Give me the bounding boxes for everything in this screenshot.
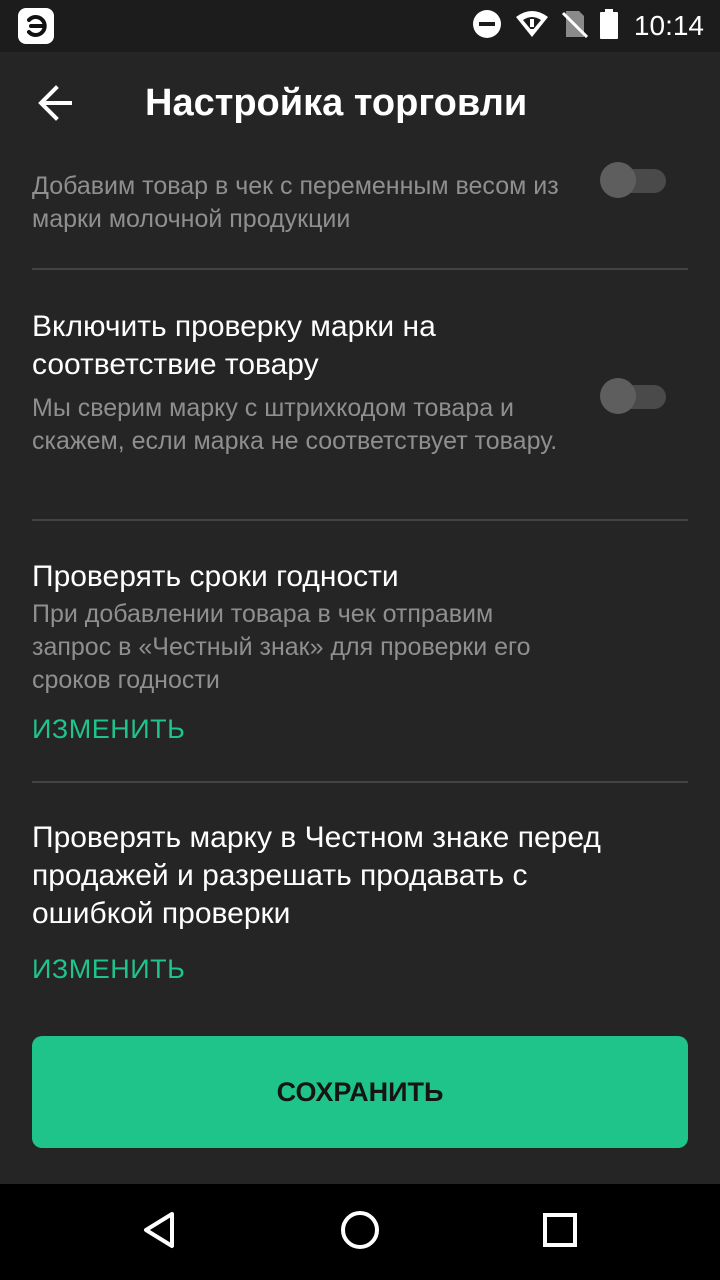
toggle-weight-from-milk-mark[interactable] [600,160,668,200]
divider [32,519,688,521]
status-time: 10:14 [633,10,704,41]
app-e-icon [18,8,54,44]
back-triangle-icon [140,1210,180,1255]
battery-icon [599,8,618,44]
status-bar: 10:14 [0,0,720,52]
nav-home-button[interactable] [332,1204,388,1260]
home-circle-icon [340,1210,380,1255]
toggle-mark-product-match[interactable] [600,376,668,416]
status-icons: 10:14 [472,8,704,44]
app-bar: Настройка торговли [0,52,720,158]
setting-title: Проверять марку в Честном знаке перед пр… [32,821,601,930]
page-title: Настройка торговли [145,82,528,124]
setting-expiry-check: Проверять сроки годности При добавлении … [32,558,688,697]
save-button[interactable]: СОХРАНИТЬ [32,1036,688,1148]
system-nav-bar [0,1184,720,1280]
divider [32,268,688,270]
change-honest-sign-check-link[interactable]: ИЗМЕНИТЬ [32,954,185,985]
recents-square-icon [540,1210,580,1255]
setting-description: При добавлении товара в чек отправим зап… [32,600,531,694]
setting-description: Добавим товар в чек с переменным весом и… [32,172,559,233]
toggle-thumb [600,162,636,198]
wifi-icon [514,9,550,44]
nav-recents-button[interactable] [532,1204,588,1260]
setting-title: Включить проверку марки на соответствие … [32,310,436,381]
toggle-thumb [600,378,636,414]
arrow-left-icon [36,84,76,126]
setting-title: Проверять сроки годности [32,560,399,593]
settings-list[interactable]: Добавим товар в чек с переменным весом и… [0,158,720,1184]
setting-mark-product-match: Включить проверку марки на соответствие … [32,308,688,458]
divider [32,781,688,783]
setting-description: Мы сверим марку с штрихкодом товара и ск… [32,394,558,455]
nav-back-button[interactable] [132,1204,188,1260]
change-expiry-check-link[interactable]: ИЗМЕНИТЬ [32,714,185,745]
back-button[interactable] [28,79,84,131]
setting-honest-sign-check: Проверять марку в Честном знаке перед пр… [32,819,688,933]
setting-weight-from-milk-mark: Добавим товар в чек с переменным весом и… [32,170,688,236]
do-not-disturb-icon [472,9,502,44]
no-sim-icon [561,9,588,44]
